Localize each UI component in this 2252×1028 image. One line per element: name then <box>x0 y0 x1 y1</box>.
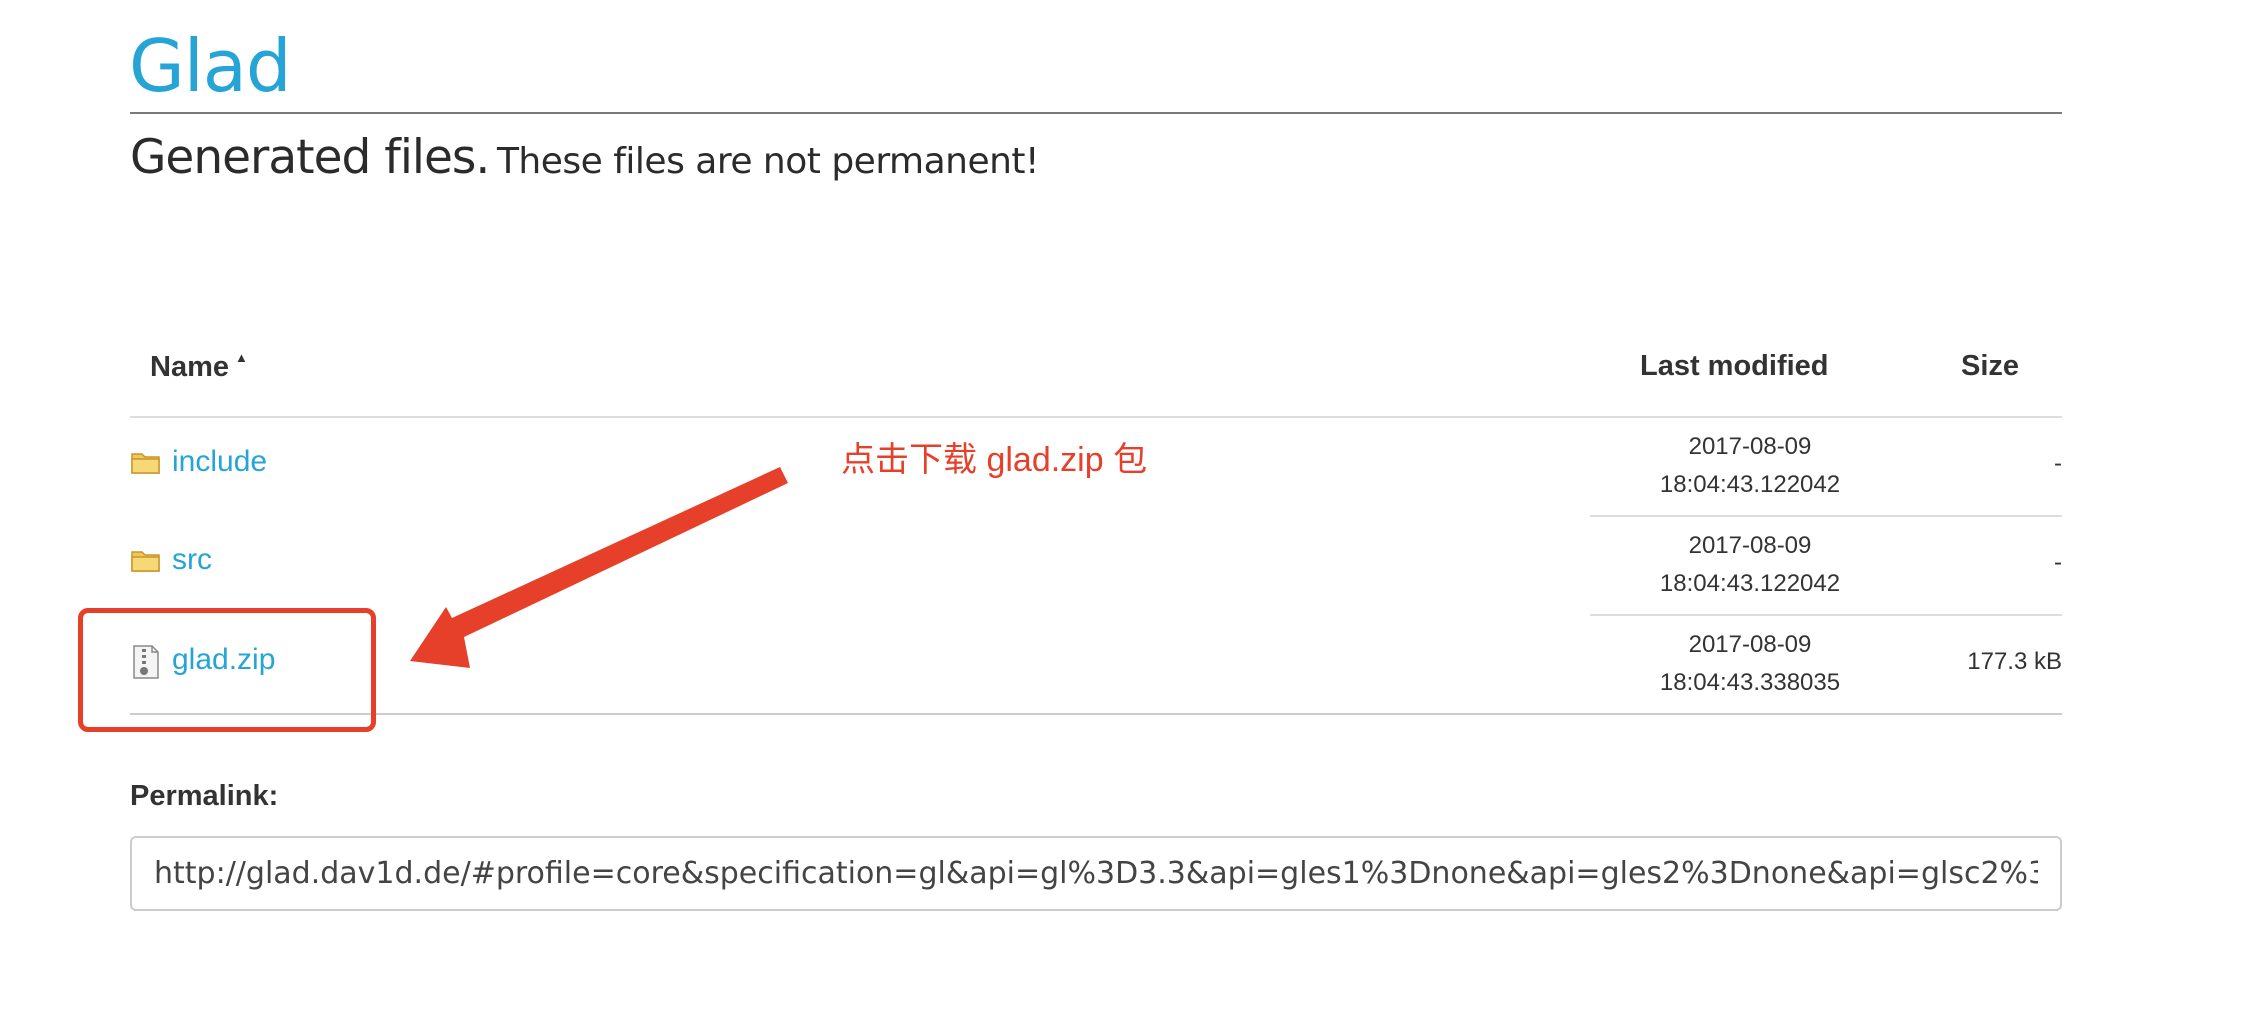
page: Glad Generated files. These files are no… <box>0 0 2252 1028</box>
permalink-label: Permalink: <box>130 780 279 812</box>
permalink-field[interactable] <box>130 836 2062 911</box>
